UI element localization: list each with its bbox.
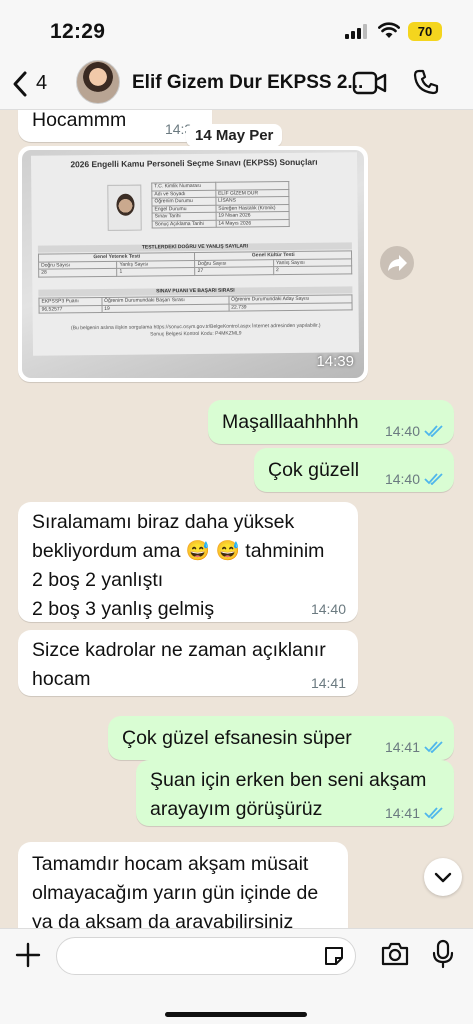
forward-button[interactable] [380,246,414,280]
doc-info-table: T.C. Kimlik Numarası Adı ve Soyadı ELİF G… [151,181,290,228]
contact-name[interactable]: Elif Gizem Dur EKPSS 2... [132,72,363,94]
message-time: 14:40 [384,423,420,439]
doc-score-table: EKPSSP3 Puanı Öğrenim Durumundaki Başarı … [38,294,353,314]
status-time: 12:29 [50,20,106,43]
sticker-icon[interactable] [322,944,346,968]
unread-count[interactable]: 4 [36,72,47,95]
message-line: Sıralamamı biraz daha yüksek [32,511,295,533]
message-line: ya da akşam da arayabilirsiniz [32,911,294,928]
read-receipt-icon [424,425,443,437]
doc-title: 2026 Engelli Kamu Personeli Seçme Sınavı… [70,156,318,170]
message-line: 2 boş 3 yanlış gelmiş [32,598,215,620]
message-line: hocam [32,668,91,690]
message-outgoing[interactable]: Şuan için erken ben seni akşam arayayım … [136,760,454,826]
exam-result-photo[interactable]: 2026 Engelli Kamu Personeli Seçme Sınavı… [22,150,364,378]
message-incoming[interactable]: Sıralamamı biraz daha yüksek bekliyordum… [18,502,358,622]
message-outgoing[interactable]: Çok güzel efsanesin süper 14:41 [108,716,454,760]
chevron-down-icon [434,872,452,883]
back-chevron-icon [13,71,27,97]
read-receipt-icon [424,473,443,485]
chat-header: 4 Elif Gizem Dur EKPSS 2... [0,58,473,110]
message-line: Şuan için erken ben seni akşam [150,769,427,791]
message-time: 14:41 [384,805,420,821]
doc-portrait [107,184,142,231]
wifi-icon [378,22,400,38]
message-input[interactable] [56,937,356,975]
read-receipt-icon [424,807,443,819]
phone-icon[interactable] [412,68,440,96]
read-receipt-icon [424,741,443,753]
message-incoming[interactable]: Tamamdır hocam akşam müsait olmayacağım … [18,842,348,928]
message-time: 14:40 [384,471,420,487]
doc-tests-table: Genel Yetenek Testi Genel Kültür Testi Do… [38,250,352,277]
message-line: bekliyordum ama 😅 😅 tahminim [32,540,325,562]
message-incoming[interactable]: Hocammm 14:39 [18,110,212,142]
camera-icon[interactable] [380,941,410,967]
forward-icon [388,255,407,271]
message-outgoing[interactable]: Maşalllaahhhhh 14:40 [208,400,454,444]
message-composer [0,928,473,1024]
plus-icon[interactable] [14,941,42,969]
image-message[interactable]: 2026 Engelli Kamu Personeli Seçme Sınavı… [18,146,368,382]
chat-area[interactable]: Hocammm 14:39 14 May Per 2026 Engelli Ka… [0,110,473,928]
message-time: 14:40 [310,601,346,617]
scroll-down-button[interactable] [424,858,462,896]
video-icon[interactable] [352,70,388,96]
message-time: 14:41 [384,739,420,755]
date-separator: 14 May Per [186,124,283,147]
battery-indicator: 70 [408,22,442,41]
microphone-icon[interactable] [432,939,454,969]
cellular-signal-icon [345,24,367,39]
message-line: Sizce kadrolar ne zaman açıklanır [32,639,326,661]
message-line: olmayacağım yarın gün içinde de [32,882,319,904]
message-time: 14:41 [310,675,346,691]
message-line: 2 boş 2 yanlıştı [32,569,164,591]
result-document: 2026 Engelli Kamu Personeli Seçme Sınavı… [30,152,360,356]
avatar[interactable] [76,60,120,104]
home-indicator [165,1012,307,1017]
message-outgoing[interactable]: Çok güzell 14:40 [254,448,454,492]
message-line: Tamamdır hocam akşam müsait [32,853,309,875]
status-bar: 12:29 70 [0,0,473,58]
message-time: 14:39 [316,353,354,370]
message-incoming[interactable]: Sizce kadrolar ne zaman açıklanır hocam … [18,630,358,696]
